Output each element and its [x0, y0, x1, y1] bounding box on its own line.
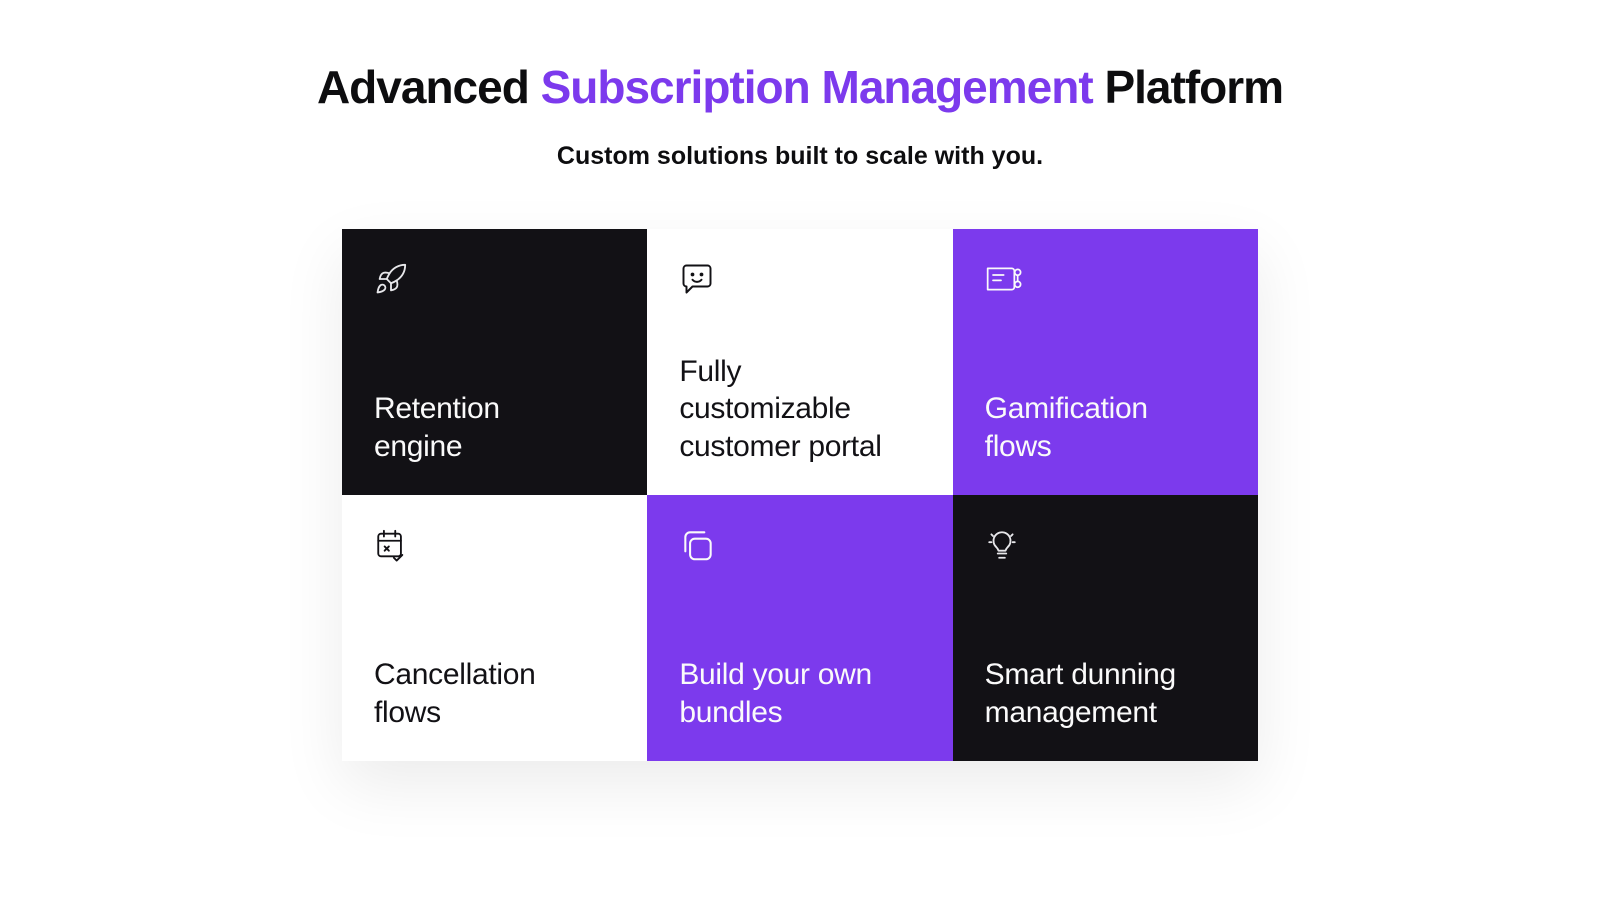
feature-card-dunning: Smart dunning management	[953, 495, 1258, 761]
feature-card-gamification: Gamification flows	[953, 229, 1258, 495]
feature-card-retention: Retention engine	[342, 229, 647, 495]
page-headline: Advanced Subscription Management Platfor…	[0, 60, 1600, 114]
feature-title: Retention engine	[374, 390, 584, 465]
stack-icon	[679, 525, 719, 565]
headline-accent: Subscription Management	[541, 61, 1093, 113]
feature-card-cancellation: Cancellation flows	[342, 495, 647, 761]
feature-card-bundles: Build your own bundles	[647, 495, 952, 761]
lightbulb-icon	[985, 525, 1025, 565]
rocket-icon	[374, 259, 414, 299]
flow-card-icon	[985, 259, 1025, 299]
feature-grid: Retention engine Fully customizable cust…	[342, 229, 1258, 761]
feature-title: Build your own bundles	[679, 656, 889, 731]
page-root: Advanced Subscription Management Platfor…	[0, 0, 1600, 761]
feature-title: Smart dunning management	[985, 656, 1225, 731]
feature-title: Cancellation flows	[374, 656, 584, 731]
calendar-cancel-icon	[374, 525, 414, 565]
headline-post: Platform	[1093, 61, 1283, 113]
feature-title: Gamification flows	[985, 390, 1175, 465]
feature-title: Fully customizable customer portal	[679, 353, 920, 466]
chat-smile-icon	[679, 259, 719, 299]
feature-card-portal: Fully customizable customer portal	[647, 229, 952, 495]
headline-pre: Advanced	[317, 61, 541, 113]
page-subhead: Custom solutions built to scale with you…	[0, 142, 1600, 171]
